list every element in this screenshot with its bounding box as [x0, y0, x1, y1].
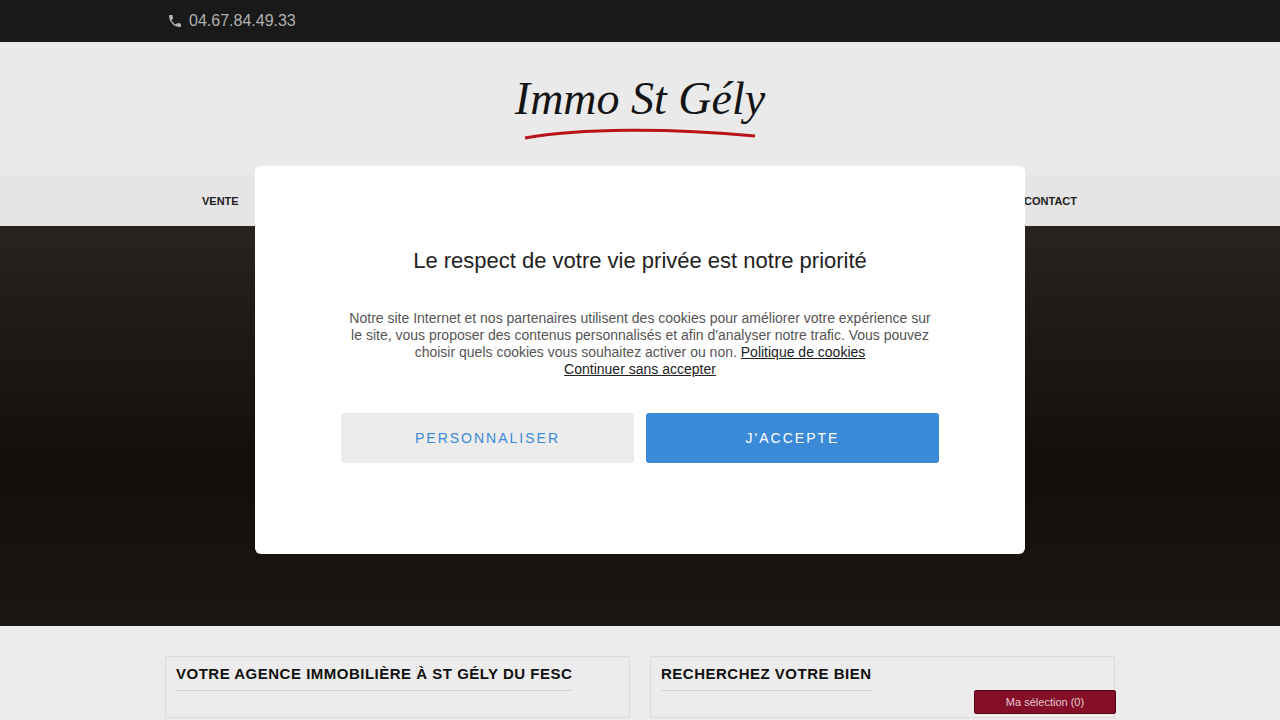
dialog-button[interactable]: PERSONNALISER: [341, 413, 634, 463]
dialog-button[interactable]: J'ACCEPTE: [646, 413, 939, 463]
dialog-title: Le respect de votre vie privée est notre…: [413, 248, 867, 274]
dialog-text: Notre site Internet et nos partenaires u…: [343, 310, 938, 378]
cookie-dialog: Le respect de votre vie privée est notre…: [255, 166, 1025, 554]
policy-link[interactable]: Politique de cookies: [741, 344, 866, 360]
dialog-buttons: PERSONNALISERJ'ACCEPTE: [341, 413, 939, 463]
skip-link[interactable]: Continuer sans accepter: [564, 361, 716, 377]
modal-overlay: Le respect de votre vie privée est notre…: [0, 0, 1280, 720]
page: 04.67.84.49.33Immo St GélyVENTECONTACTVO…: [0, 0, 1280, 720]
